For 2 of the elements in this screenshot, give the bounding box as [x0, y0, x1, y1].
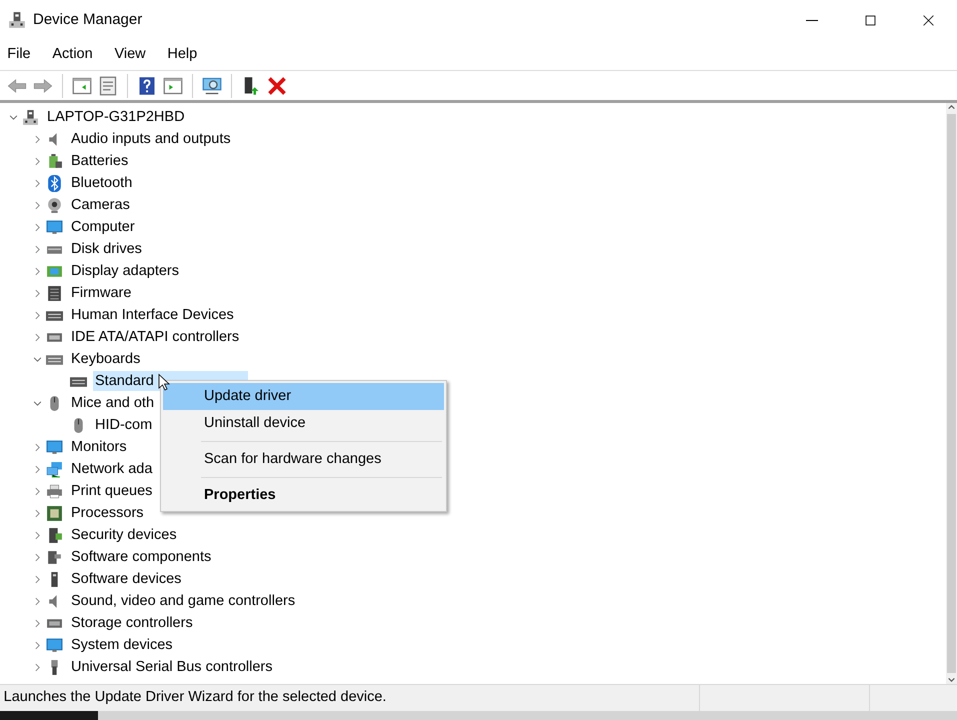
status-text: Launches the Update Driver Wizard for the selected device.: [2, 688, 388, 708]
window-title: Device Manager: [33, 10, 144, 30]
